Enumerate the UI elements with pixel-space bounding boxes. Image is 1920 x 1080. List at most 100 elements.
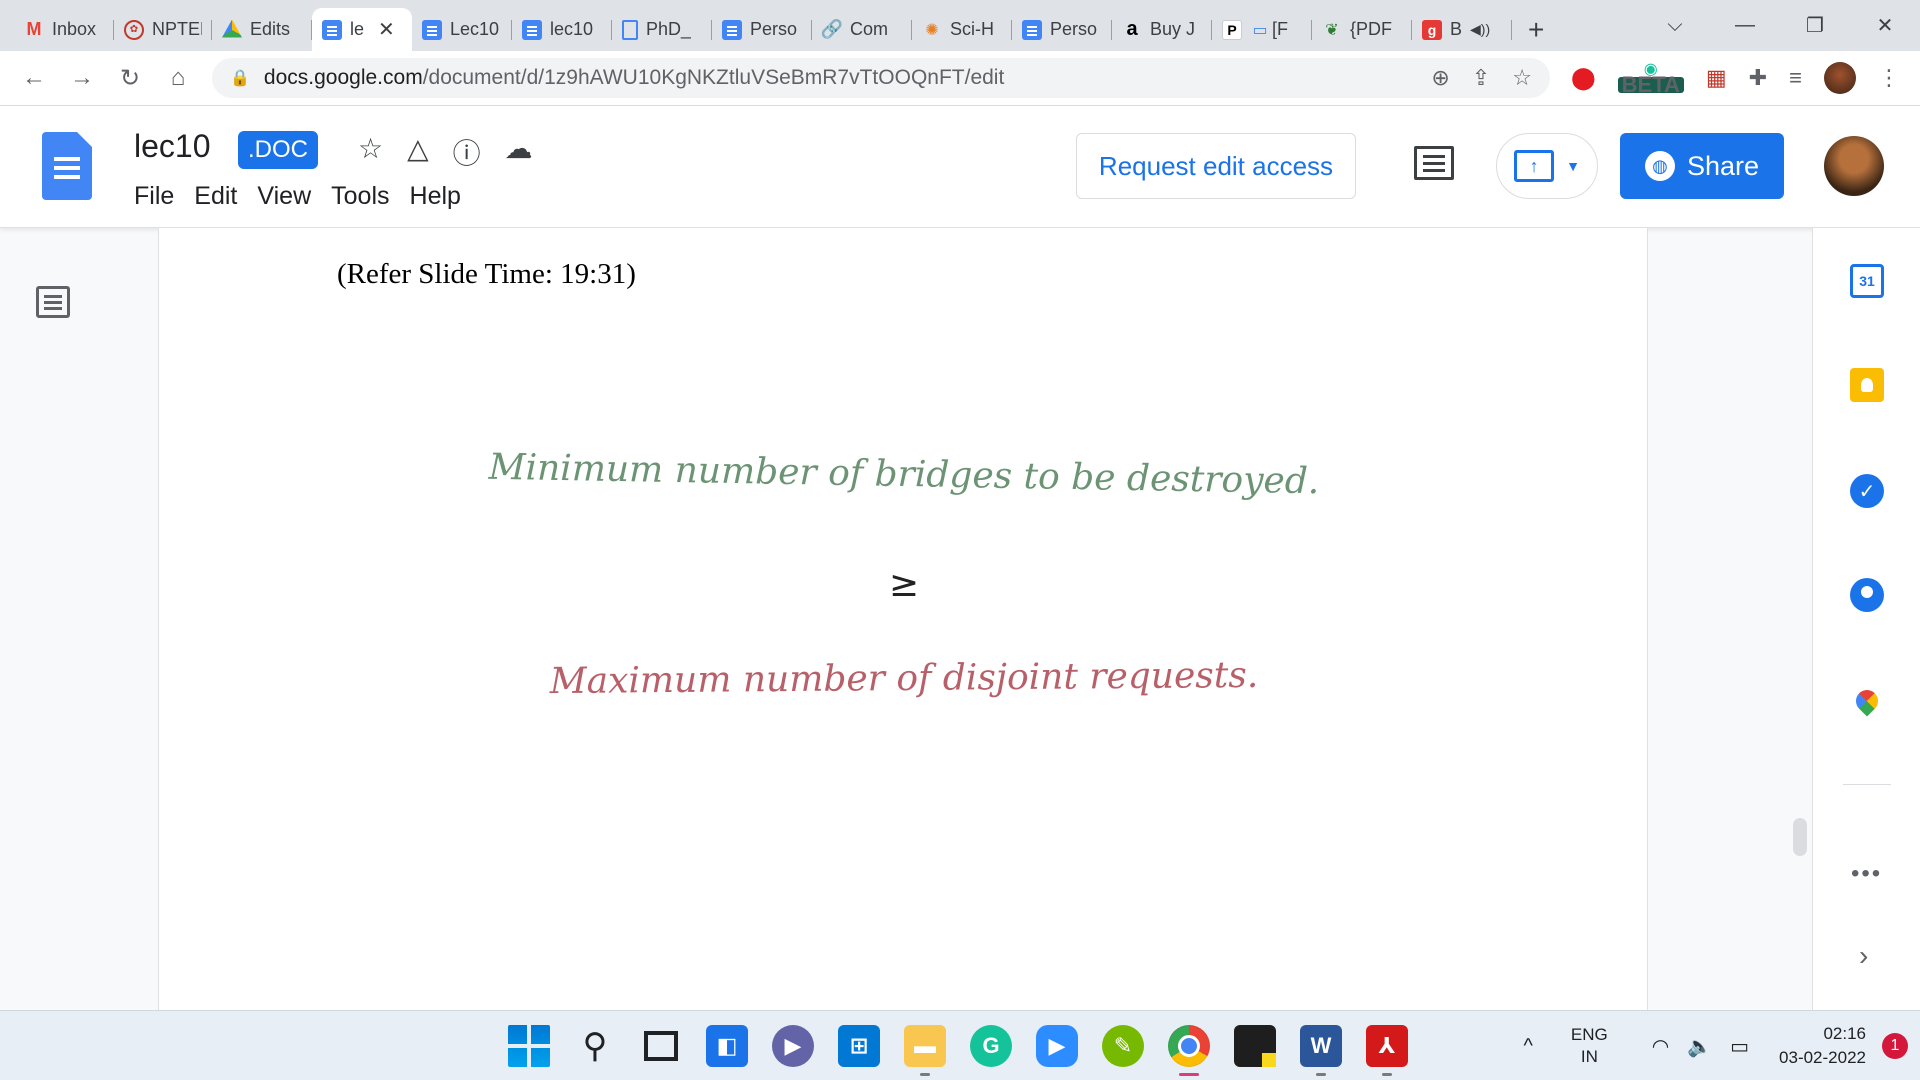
- keep-icon[interactable]: [1850, 368, 1884, 402]
- acrobat-icon[interactable]: ⅄: [1366, 1025, 1408, 1076]
- chrome-icon[interactable]: [1168, 1025, 1210, 1076]
- tab-com[interactable]: 🔗 Com: [812, 8, 912, 51]
- start-windows-icon[interactable]: [508, 1025, 550, 1067]
- tab-scihub[interactable]: ✺ Sci-H: [912, 8, 1012, 51]
- restore-icon[interactable]: ❐: [1780, 13, 1850, 38]
- tab-phd[interactable]: PhD_: [612, 8, 712, 51]
- menu-bar: File Edit View Tools Help: [124, 182, 471, 211]
- document-details-icon[interactable]: ⓘ: [453, 132, 481, 172]
- document-page[interactable]: (Refer Slide Time: 19:31) Minimum number…: [158, 228, 1648, 1010]
- input-language-indicator[interactable]: ENG IN: [1571, 1024, 1608, 1068]
- tab-perso-b[interactable]: Perso: [1012, 8, 1112, 51]
- present-button[interactable]: ↑ ▼: [1496, 133, 1598, 199]
- tab-lec10-b[interactable]: lec10: [512, 8, 612, 51]
- document-outline-icon[interactable]: [36, 286, 70, 318]
- zoom-icon[interactable]: ▶: [1036, 1025, 1078, 1067]
- tab-edits[interactable]: Edits: [212, 8, 312, 51]
- battery-icon: ▭: [1730, 1035, 1750, 1058]
- tab-inbox[interactable]: M Inbox: [14, 8, 114, 51]
- brick-extension-icon[interactable]: ▦: [1706, 65, 1727, 91]
- sticky-notes-icon[interactable]: [1234, 1025, 1276, 1067]
- back-icon[interactable]: ←: [10, 64, 58, 92]
- side-panel: 31 ••• ›: [1812, 228, 1920, 1010]
- zoom-icon[interactable]: ⊕: [1431, 65, 1449, 91]
- present-icon: ↑: [1514, 150, 1555, 182]
- docs-icon: [722, 19, 742, 40]
- lang-top: ENG: [1570, 1025, 1608, 1044]
- reading-list-icon[interactable]: ≡: [1789, 65, 1802, 91]
- request-edit-access-button[interactable]: Request edit access: [1076, 133, 1356, 199]
- new-tab-button[interactable]: +: [1512, 8, 1560, 51]
- tab-nptel[interactable]: ✿ NPTEL: [114, 8, 212, 51]
- greater-or-equal-symbol: ≥: [888, 564, 920, 605]
- scihub-icon: ✺: [925, 21, 939, 39]
- calendar-icon[interactable]: 31: [1850, 264, 1884, 298]
- expand-panel-chevron-icon[interactable]: ›: [1859, 940, 1868, 972]
- menu-help[interactable]: Help: [400, 182, 471, 211]
- bookmark-star-icon[interactable]: ☆: [1512, 65, 1532, 91]
- tab-search-icon[interactable]: ⌵: [1640, 14, 1710, 37]
- forward-icon[interactable]: →: [58, 64, 106, 92]
- microsoft-store-icon[interactable]: ⊞: [838, 1025, 880, 1067]
- note-app-icon[interactable]: ✎: [1102, 1025, 1144, 1067]
- google-docs-logo-icon[interactable]: [42, 132, 92, 200]
- address-bar[interactable]: 🔒 docs.google.com/document/d/1z9hAWU10Kg…: [212, 58, 1550, 98]
- document-title[interactable]: lec10: [134, 128, 211, 165]
- more-apps-icon[interactable]: •••: [1851, 860, 1882, 888]
- share-button[interactable]: ◍ Share: [1620, 133, 1784, 199]
- search-icon[interactable]: ⚲: [574, 1025, 616, 1067]
- docs-header: lec10 .DOC ☆ △ ⓘ ☁ File Edit View Tools …: [0, 106, 1920, 228]
- home-icon[interactable]: ⌂: [154, 64, 202, 92]
- refer-slide-time-text: (Refer Slide Time: 19:31): [337, 258, 636, 290]
- star-icon[interactable]: ☆: [358, 132, 383, 172]
- show-hidden-icons-chevron-icon[interactable]: ^: [1524, 1035, 1533, 1058]
- tab-perso-a[interactable]: Perso: [712, 8, 812, 51]
- windows-taskbar: ⚲ ◧ ▶ ⊞ ▬ G ▶ ✎ W ⅄ ^ ENG IN ◠ 🔈 ▭ 02:16…: [0, 1010, 1920, 1080]
- tab-lec10-a[interactable]: Lec10: [412, 8, 512, 51]
- reload-icon[interactable]: ↻: [106, 64, 154, 93]
- quick-settings[interactable]: ◠ 🔈 ▭: [1652, 1034, 1749, 1059]
- extensions-area: ⬤ ◉ BETA ▦ ✚ ≡ ⋮: [1571, 62, 1900, 96]
- share-page-icon[interactable]: ⇪: [1472, 65, 1490, 91]
- tab-b[interactable]: g B ◀)): [1412, 8, 1512, 51]
- caret-down-icon: ▼: [1566, 158, 1580, 174]
- account-avatar[interactable]: [1824, 136, 1884, 196]
- lock-icon[interactable]: 🔒: [230, 68, 250, 88]
- profile-avatar[interactable]: [1824, 62, 1856, 94]
- cloud-saved-icon[interactable]: ☁: [505, 132, 533, 172]
- menu-file[interactable]: File: [124, 182, 184, 211]
- opera-icon[interactable]: ⬤: [1571, 65, 1596, 91]
- grammarly-icon[interactable]: G: [970, 1025, 1012, 1067]
- tab-buy[interactable]: a Buy J: [1112, 8, 1212, 51]
- menu-view[interactable]: View: [247, 182, 321, 211]
- audio-playing-icon[interactable]: ◀)): [1470, 21, 1490, 38]
- tab-f[interactable]: P ▭ [F: [1212, 8, 1312, 51]
- task-view-icon[interactable]: [640, 1025, 682, 1067]
- contacts-icon[interactable]: [1850, 578, 1884, 612]
- tab-le-active[interactable]: le ✕: [312, 8, 412, 51]
- close-window-icon[interactable]: ✕: [1850, 13, 1920, 38]
- close-tab-icon[interactable]: ✕: [378, 17, 395, 42]
- file-explorer-icon[interactable]: ▬: [904, 1025, 946, 1076]
- tasks-icon[interactable]: [1850, 474, 1884, 508]
- url-path: /document/d/1z9hAWU10KgNKZtluVSeBmR7vTtO…: [422, 66, 1005, 89]
- maps-icon[interactable]: [1850, 684, 1884, 718]
- browser-toolbar: ← → ↻ ⌂ 🔒 docs.google.com/document/d/1z9…: [0, 51, 1920, 106]
- clock[interactable]: 02:16 03-02-2022: [1779, 1022, 1866, 1070]
- minimize-icon[interactable]: —: [1710, 14, 1780, 37]
- menu-tools[interactable]: Tools: [321, 182, 399, 211]
- teams-chat-icon[interactable]: ▶: [772, 1025, 814, 1067]
- word-icon[interactable]: W: [1300, 1025, 1342, 1076]
- url-text[interactable]: docs.google.com/document/d/1z9hAWU10KgNK…: [264, 66, 1004, 90]
- scrollbar-thumb[interactable]: [1793, 818, 1807, 856]
- comments-icon[interactable]: [1414, 146, 1454, 180]
- notification-badge[interactable]: 1: [1882, 1033, 1908, 1059]
- extensions-puzzle-icon[interactable]: ✚: [1749, 65, 1767, 91]
- kebab-menu-icon[interactable]: ⋮: [1878, 65, 1900, 91]
- add-shortcut-to-drive-icon[interactable]: △: [407, 132, 429, 172]
- menu-edit[interactable]: Edit: [184, 182, 247, 211]
- grammarly-beta-icon[interactable]: ◉ BETA: [1617, 62, 1684, 96]
- widgets-icon[interactable]: ◧: [706, 1025, 748, 1067]
- tab-pdf[interactable]: ❦ {PDF: [1312, 8, 1412, 51]
- omnibox-actions: ⊕ ⇪ ☆: [1431, 65, 1532, 91]
